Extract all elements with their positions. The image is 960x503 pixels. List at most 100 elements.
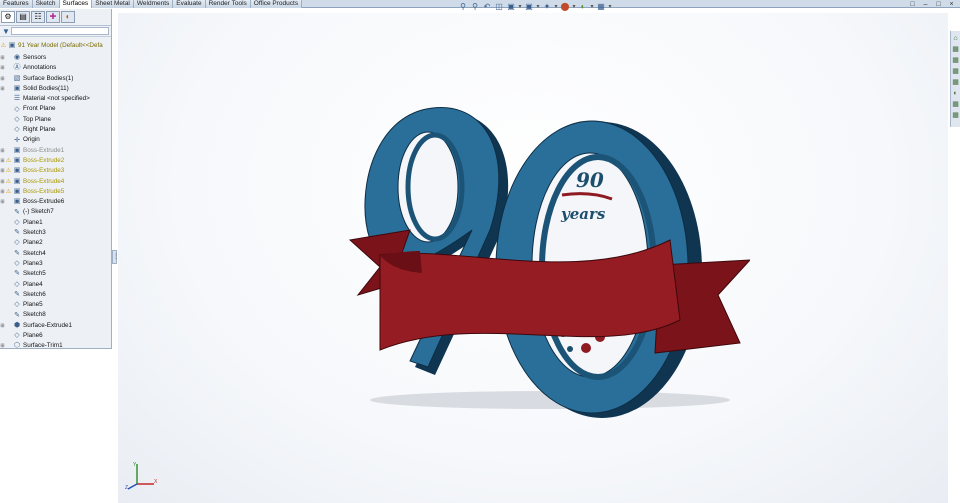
configuration-manager-tab-icon[interactable]: ☷ <box>31 11 45 23</box>
sketch-icon: ✎ <box>14 270 20 278</box>
tree-item[interactable]: ✎ Sketch4 <box>0 249 112 259</box>
tree-item[interactable]: ◇ Front Plane <box>0 104 112 114</box>
tree-item[interactable]: ⊞ ⚠ ▣ Boss-Extrude3 <box>0 166 112 176</box>
zoom-to-fit-icon[interactable]: ⚲ <box>458 2 468 12</box>
tree-item[interactable]: ◇ Plane6 <box>0 331 112 341</box>
dropdown-arrow-icon[interactable]: ▾ <box>608 3 612 11</box>
expand-icon[interactable]: ⊞ <box>0 74 5 84</box>
tree-item[interactable]: ⊞ ▣ Boss-Extrude6 <box>0 197 112 207</box>
tree-item[interactable]: ◇ Plane2 <box>0 238 112 248</box>
display-manager-tab-icon[interactable]: ◐ <box>61 11 75 23</box>
restore-icon[interactable]: □ <box>908 1 917 9</box>
tree-item[interactable]: ◇ Plane1 <box>0 218 112 228</box>
tree-item[interactable]: ⊞ ⚠ ▣ Boss-Extrude2 <box>0 156 112 166</box>
folder-icon[interactable]: ▦ <box>952 56 960 65</box>
tree-item[interactable]: ◇ Plane3 <box>0 259 112 269</box>
warning-icon: ⚠ <box>5 157 12 164</box>
tree-item[interactable]: ⊞ ⚠ ▣ Boss-Extrude4 <box>0 177 112 187</box>
tree-filter-input[interactable] <box>11 27 109 35</box>
command-tab-office-products[interactable]: Office Products <box>250 0 303 8</box>
tree-item[interactable]: ◇ Plane5 <box>0 300 112 310</box>
tree-item[interactable]: ⊞ ⬡ Surface-Trim1 <box>0 341 112 351</box>
tree-item-label: Boss-Extrude6 <box>23 198 65 206</box>
appearance-icon[interactable]: ⬤ <box>560 2 570 12</box>
library-icon[interactable]: ▦ <box>952 45 960 54</box>
expand-icon[interactable]: ⊞ <box>0 321 5 331</box>
previous-view-icon[interactable]: ↶ <box>482 2 492 12</box>
scene-icon[interactable]: ◐ <box>578 2 588 12</box>
expand-icon[interactable]: ⊞ <box>0 84 5 94</box>
plane-icon: ◇ <box>14 239 20 247</box>
zoom-area-icon[interactable]: ⚲ <box>470 2 480 12</box>
hide-show-icon[interactable]: ✦ <box>542 2 552 12</box>
command-tab-features[interactable]: Features <box>0 0 33 8</box>
section-view-icon[interactable]: ◫ <box>494 2 504 12</box>
display-style-icon[interactable]: ▣ <box>524 2 534 12</box>
dimxpert-manager-tab-icon[interactable]: ✚ <box>46 11 60 23</box>
explorer-icon[interactable]: ▦ <box>952 67 960 76</box>
tree-item-label: Surface Bodies(1) <box>23 74 74 82</box>
triad-x-label: X <box>154 479 158 485</box>
tree-item[interactable]: ◇ Plane4 <box>0 280 112 290</box>
minimize-icon[interactable]: – <box>921 1 930 9</box>
tree-item[interactable]: ✛ Origin <box>0 135 112 145</box>
close-icon[interactable]: × <box>947 1 956 9</box>
command-tab-render-tools[interactable]: Render Tools <box>205 0 251 8</box>
expand-icon[interactable]: ⊞ <box>0 341 5 351</box>
tree-item[interactable]: ⊞ ▣ Solid Bodies(11) <box>0 84 112 94</box>
tree-item-label: Annotations <box>23 64 57 72</box>
tree-item[interactable]: ◇ Top Plane <box>0 115 112 125</box>
filter-row: ▼ <box>0 26 111 37</box>
tree-item[interactable]: ◇ Right Plane <box>0 125 112 135</box>
model-90-years[interactable]: 90 years <box>340 95 750 425</box>
surface-extrude-icon: ⬢ <box>13 321 21 329</box>
command-tab-evaluate[interactable]: Evaluate <box>173 0 206 8</box>
tree-item[interactable]: ✎ Sketch8 <box>0 310 112 320</box>
tree-item[interactable]: ⊞ ▧ Surface Bodies(1) <box>0 74 112 84</box>
tree-item[interactable]: ✎ (-) Sketch7 <box>0 207 112 217</box>
expand-icon[interactable]: ⊞ <box>0 146 5 156</box>
dropdown-arrow-icon[interactable]: ▾ <box>554 3 558 11</box>
command-tab-sheet-metal[interactable]: Sheet Metal <box>92 0 134 8</box>
tree-item[interactable]: ✎ Sketch6 <box>0 290 112 300</box>
panel-collapse-handle[interactable]: ⋮ <box>112 250 119 264</box>
command-tab-sketch[interactable]: Sketch <box>32 0 60 8</box>
annotation-icon: Ⓐ <box>13 64 21 72</box>
tree-item-label: Sketch3 <box>23 229 46 237</box>
community-icon[interactable]: ▦ <box>952 111 960 120</box>
part-icon: ▣ <box>8 42 16 49</box>
home-icon[interactable]: ⌂ <box>952 34 960 43</box>
tree-item[interactable]: ☰ Material <not specified> <box>0 94 112 104</box>
command-tab-surfaces[interactable]: Surfaces <box>59 0 93 8</box>
tree-item[interactable]: ✎ Sketch3 <box>0 228 112 238</box>
dropdown-arrow-icon[interactable]: ▾ <box>590 3 594 11</box>
tree-item-label: Sketch4 <box>23 249 46 257</box>
extrude-icon: ▣ <box>13 188 21 195</box>
tree-item[interactable]: ⊞ Ⓐ Annotations <box>0 63 112 73</box>
tree-item[interactable]: ⊞ ⬢ Surface-Extrude1 <box>0 321 112 331</box>
appearances-icon[interactable]: ◐ <box>952 89 960 98</box>
command-tab-weldments[interactable]: Weldments <box>133 0 174 8</box>
tree-root-part[interactable]: ⚠ ▣ 91 Year Model (Default<<Defa <box>0 39 112 53</box>
dropdown-arrow-icon[interactable]: ▾ <box>572 3 576 11</box>
view-settings-icon[interactable]: ▦ <box>596 2 606 12</box>
manager-tabs: ⚙ ▤ ☷ ✚ ◐ <box>0 9 111 26</box>
warning-icon: ⚠ <box>5 168 12 175</box>
property-manager-tab-icon[interactable]: ▤ <box>16 11 30 23</box>
dropdown-arrow-icon[interactable]: ▾ <box>536 3 540 11</box>
maximize-icon[interactable]: □ <box>934 1 943 9</box>
tree-item[interactable]: ⊞ ⚠ ▣ Boss-Extrude5 <box>0 187 112 197</box>
custom-properties-icon[interactable]: ▦ <box>952 100 960 109</box>
dropdown-arrow-icon[interactable]: ▾ <box>518 3 522 11</box>
tree-item[interactable]: ⊞ ▣ Boss-Extrude1 <box>0 146 112 156</box>
view-palette-icon[interactable]: ▦ <box>952 78 960 87</box>
tree-item[interactable]: ⊞ ◉ Sensors <box>0 53 112 63</box>
tree-item[interactable]: ✎ Sketch5 <box>0 269 112 279</box>
expand-icon[interactable]: ⊞ <box>0 197 5 207</box>
expand-icon[interactable]: ⊞ <box>0 53 5 63</box>
tree-item-label: Plane4 <box>23 280 43 288</box>
expand-icon[interactable]: ⊞ <box>0 63 5 73</box>
tree-item-label: Boss-Extrude3 <box>23 167 65 175</box>
view-orientation-icon[interactable]: ▣ <box>506 2 516 12</box>
feature-manager-tab-icon[interactable]: ⚙ <box>1 11 15 23</box>
